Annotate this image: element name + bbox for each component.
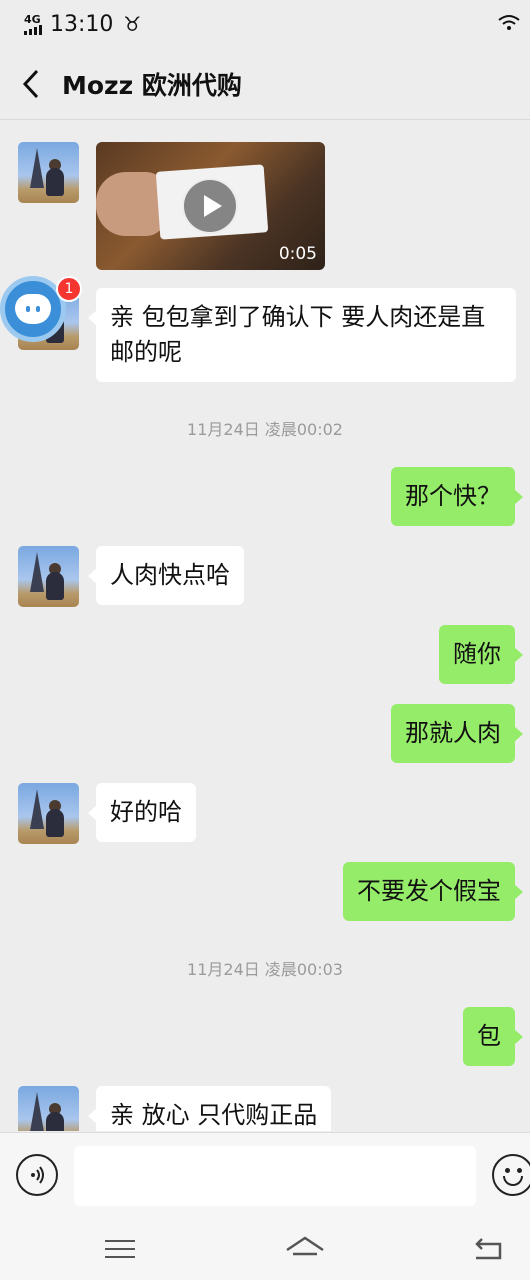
message-timestamp: 11月24日 凌晨00:03 <box>187 960 343 979</box>
video-duration: 0:05 <box>278 244 317 264</box>
back-arrow-icon <box>22 69 39 98</box>
message-bubble-outgoing[interactable]: 那个快？ <box>391 467 523 526</box>
home-icon[interactable] <box>285 1234 325 1264</box>
nav-back-icon[interactable] <box>470 1234 510 1264</box>
video-message[interactable]: 0:05 <box>96 142 325 270</box>
system-nav-bar <box>0 1218 530 1280</box>
contact-avatar[interactable] <box>18 783 79 844</box>
network-type: 4G <box>24 12 41 26</box>
chat-title: Mozz 欧洲代购 <box>62 70 242 100</box>
contact-avatar[interactable] <box>18 1086 79 1131</box>
message-bubble-incoming[interactable]: 好的哈 <box>88 783 196 842</box>
status-time: 13:10 <box>50 11 114 37</box>
chat-header: Mozz 欧洲代购 <box>0 48 530 120</box>
cow-icon: ♉ <box>123 12 142 36</box>
menu-icon[interactable] <box>100 1234 140 1264</box>
signal-indicator: 4G <box>24 14 42 35</box>
play-icon[interactable] <box>182 178 238 234</box>
unread-badge: 1 <box>56 276 82 302</box>
message-input[interactable] <box>74 1146 476 1206</box>
message-bubble-outgoing[interactable]: 那就人肉 <box>391 704 523 763</box>
contact-avatar[interactable] <box>18 142 79 203</box>
message-list[interactable]: 0:05 亲 包包拿到了确认下 要人肉还是直邮的呢 11月24日 凌晨00:02… <box>0 121 530 1131</box>
back-button[interactable] <box>0 48 62 120</box>
input-bar <box>0 1132 530 1218</box>
signal-icon <box>24 24 42 35</box>
emoji-icon[interactable] <box>492 1154 530 1196</box>
message-bubble-incoming[interactable]: 人肉快点哈 <box>88 546 244 605</box>
voice-icon <box>31 1166 44 1184</box>
message-bubble-incoming[interactable]: 亲 放心 只代购正品 <box>87 1086 332 1131</box>
wifi-icon <box>498 15 520 30</box>
message-timestamp: 11月24日 凌晨00:02 <box>187 420 343 439</box>
message-bubble-outgoing[interactable]: 不要发个假宝 <box>343 862 523 921</box>
status-bar: 4G 13:10 ♉ <box>0 0 530 48</box>
assistant-icon <box>15 294 51 324</box>
voice-button[interactable] <box>16 1154 58 1196</box>
message-bubble-outgoing[interactable]: 随你 <box>439 625 523 684</box>
message-bubble-incoming[interactable]: 亲 包包拿到了确认下 要人肉还是直邮的呢 <box>88 288 516 382</box>
contact-avatar[interactable] <box>18 546 79 607</box>
message-bubble-outgoing[interactable]: 包 <box>463 1007 523 1066</box>
